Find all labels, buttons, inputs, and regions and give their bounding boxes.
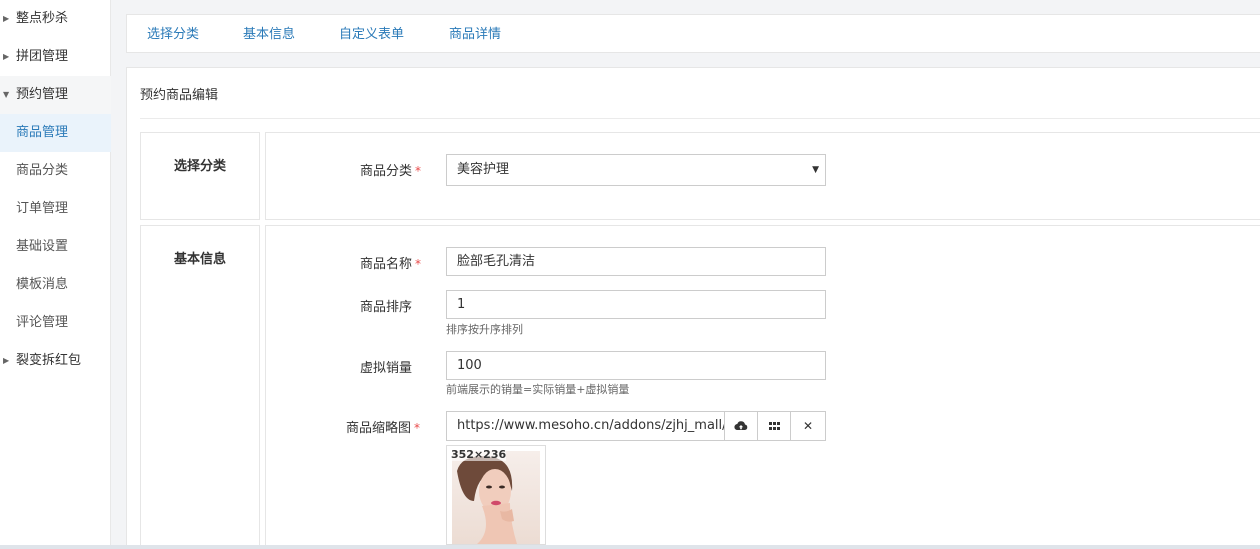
sidebar-item-booking[interactable]: ▼ 预约管理 (0, 76, 111, 114)
category-section-label: 选择分类 (140, 132, 260, 220)
sidebar-item-basic-settings[interactable]: 基础设置 (0, 228, 111, 266)
basic-section-label: 基本信息 (140, 225, 260, 549)
upload-button[interactable] (724, 411, 758, 441)
page-title: 预约商品编辑 (140, 88, 219, 103)
virtual-sales-label: 虚拟销量 (360, 361, 413, 376)
sidebar-item-flash-sale[interactable]: ▶ 整点秒杀 (0, 0, 111, 38)
sidebar-item-red-packet[interactable]: ▶ 裂变拆红包 (0, 342, 111, 380)
basic-section-body: 商品名称 * 脸部毛孔清洁 商品排序 1 排序按升序排列 虚拟销量 100 前端展… (265, 225, 1260, 549)
sidebar-item-orders[interactable]: 订单管理 (0, 190, 111, 228)
sidebar-item-label: 商品管理 (16, 125, 69, 140)
category-select[interactable]: 美容护理 ▼ (446, 154, 826, 186)
sidebar-item-template-messages[interactable]: 模板消息 (0, 266, 111, 304)
grid-icon (768, 422, 780, 430)
goods-name-label: 商品名称 * (360, 257, 422, 272)
sidebar-item-label: 拼团管理 (16, 49, 69, 64)
required-mark: * (415, 257, 422, 271)
virtual-sales-help-text: 前端展示的销量=实际销量+虚拟销量 (446, 383, 630, 396)
section-tabs: 选择分类 基本信息 自定义表单 商品详情 (126, 14, 1260, 53)
tab-select-category[interactable]: 选择分类 (147, 15, 199, 54)
tab-goods-detail[interactable]: 商品详情 (449, 15, 501, 54)
tab-custom-form[interactable]: 自定义表单 (339, 15, 404, 54)
caret-right-icon: ▶ (3, 14, 10, 23)
thumbnail-label: 商品缩略图 * (346, 421, 421, 436)
thumbnail-preview: 352×236 (446, 445, 546, 545)
sidebar-item-label: 模板消息 (16, 277, 69, 292)
sidebar: ▶ 整点秒杀 ▶ 拼团管理 ▼ 预约管理 商品管理 商品分类 订单管理 基础设置… (0, 0, 111, 549)
caret-down-icon: ▼ (3, 90, 10, 99)
thumbnail-size-label: 352×236 (451, 448, 507, 461)
caret-right-icon: ▶ (3, 52, 10, 61)
sidebar-item-goods[interactable]: 商品管理 (0, 114, 111, 152)
category-field-label: 商品分类 * (360, 164, 422, 179)
category-selected-value: 美容护理 (457, 162, 510, 177)
sidebar-item-comments[interactable]: 评论管理 (0, 304, 111, 342)
sidebar-item-group-buy[interactable]: ▶ 拼团管理 (0, 38, 111, 76)
section-heading: 选择分类 (173, 159, 226, 174)
required-mark: * (415, 164, 422, 178)
sort-help-text: 排序按升序排列 (446, 323, 523, 336)
tab-basic-info[interactable]: 基本信息 (243, 15, 295, 54)
sidebar-item-label: 整点秒杀 (16, 11, 69, 26)
gallery-button[interactable] (757, 411, 791, 441)
sidebar-item-label: 裂变拆红包 (16, 353, 82, 368)
virtual-sales-input[interactable]: 100 (446, 351, 826, 380)
horizontal-scrollbar[interactable] (0, 545, 1260, 549)
main-content: 选择分类 基本信息 自定义表单 商品详情 预约商品编辑 选择分类 商品分类 * 美… (111, 0, 1260, 549)
cloud-upload-icon (734, 421, 748, 431)
section-heading: 基本信息 (173, 252, 226, 267)
sidebar-item-label: 基础设置 (16, 239, 69, 254)
category-section-body: 商品分类 * 美容护理 ▼ (265, 132, 1260, 220)
sidebar-item-label: 订单管理 (16, 201, 69, 216)
thumbnail-image (452, 451, 540, 544)
caret-right-icon: ▶ (3, 356, 10, 365)
goods-sort-input[interactable]: 1 (446, 290, 826, 319)
required-mark: * (414, 421, 421, 435)
sidebar-item-label: 商品分类 (16, 163, 69, 178)
thumbnail-input-group: https://www.mesoho.cn/addons/zjhj_mall/ … (446, 411, 826, 441)
sidebar-item-label: 预约管理 (16, 87, 69, 102)
divider (140, 118, 1260, 119)
edit-panel: 预约商品编辑 选择分类 商品分类 * 美容护理 ▼ 基本信息 商品名称 * 脸部毛孔… (126, 67, 1260, 549)
goods-sort-label: 商品排序 (360, 300, 413, 315)
clear-button[interactable]: ✕ (790, 411, 826, 441)
sidebar-item-goods-category[interactable]: 商品分类 (0, 152, 111, 190)
goods-name-input[interactable]: 脸部毛孔清洁 (446, 247, 826, 276)
chevron-down-icon: ▼ (812, 165, 819, 175)
sidebar-item-label: 评论管理 (16, 315, 69, 330)
thumbnail-url-input[interactable]: https://www.mesoho.cn/addons/zjhj_mall/ (446, 411, 725, 441)
close-icon: ✕ (802, 419, 814, 433)
